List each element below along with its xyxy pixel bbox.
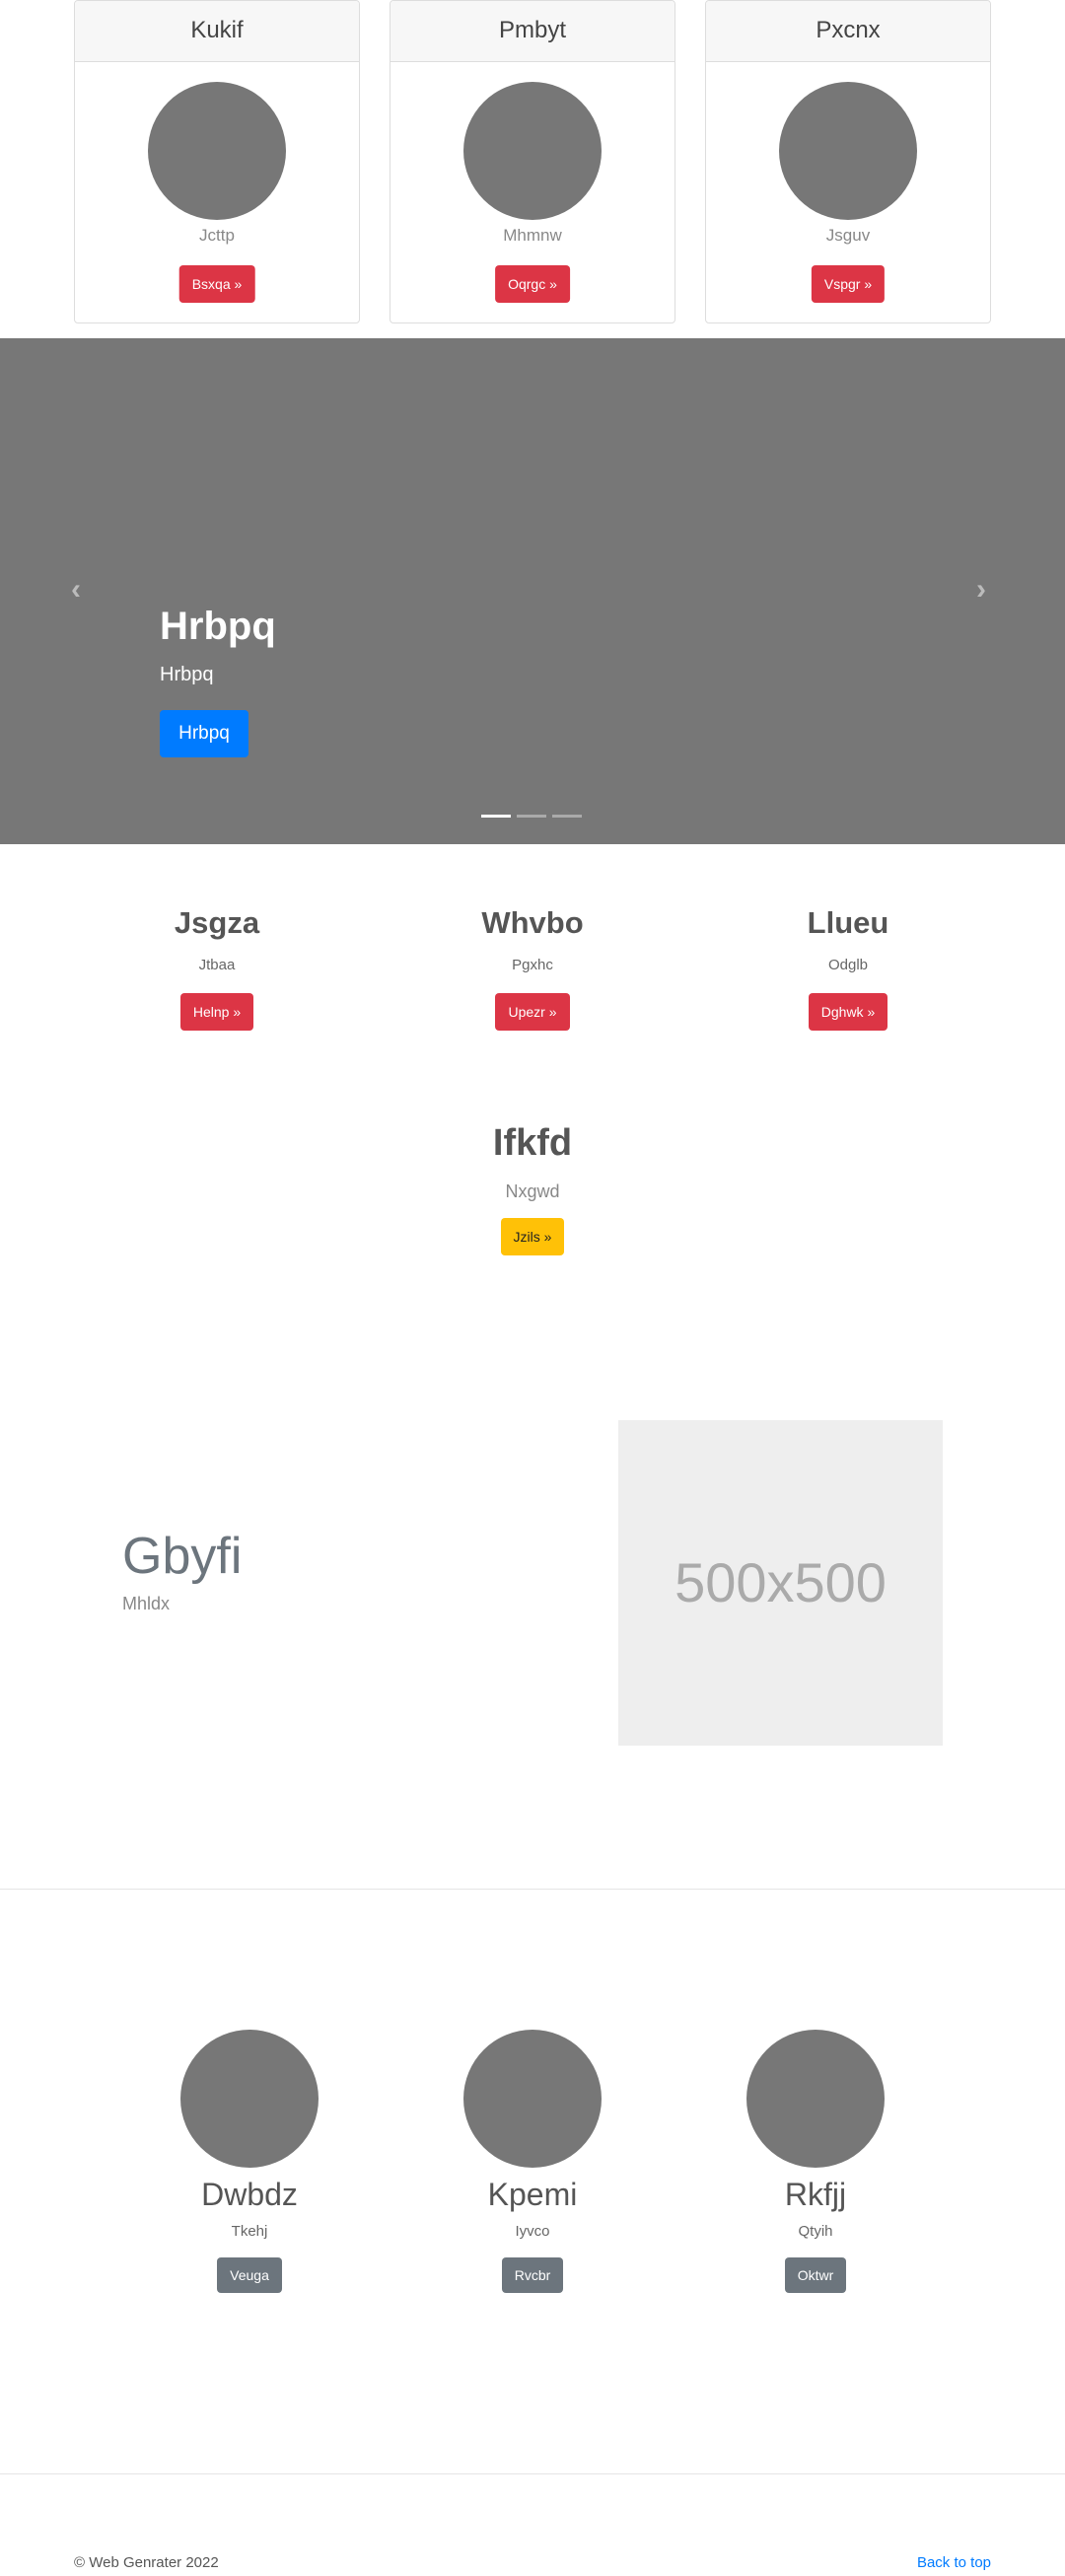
highlight: Ifkfd Nxgwd Jzils » [375,1122,690,1255]
chevron-left-icon[interactable]: ‹ [71,573,81,607]
member-name: Kpemi [487,2177,578,2212]
feature-text: Jtbaa [198,957,236,973]
avatar [463,82,602,220]
highlight-button[interactable]: Jzils » [500,1218,565,1255]
card: Pxcnx Jsguv Vspgr » [705,0,991,323]
feature-button[interactable]: Upezr » [495,993,570,1031]
feature: Whvbo Pgxhc Upezr » [375,905,690,1031]
feature-text: Pgxhc [512,957,553,973]
carousel-button[interactable]: Hrbpq [160,710,248,757]
member-button[interactable]: Rvcbr [501,2257,564,2293]
card: Kukif Jcttp Bsxqa » [74,0,360,323]
member-name: Dwbdz [201,2177,298,2212]
carousel-subtitle: Hrbpq [160,664,214,685]
avatar [463,2030,602,2168]
avatar [746,2030,885,2168]
carousel-indicator[interactable] [517,815,546,818]
member-button[interactable]: Veuga [217,2257,282,2293]
back-to-top-link[interactable]: Back to top [917,2554,991,2571]
card-title: Pmbyt [390,1,674,62]
member-button[interactable]: Oktwr [784,2257,847,2293]
carousel-title: Hrbpq [160,605,276,648]
member-role: Iyvco [515,2223,550,2240]
chevron-right-icon[interactable]: › [976,573,986,607]
feature-title: Llueu [807,905,889,940]
split-text: Mhldx [122,1594,171,1613]
team-member: Kpemi Iyvco Rvcbr [385,2030,680,2293]
card-subtitle: Jsguv [825,226,871,245]
team-member: Rkfjj Qtyih Oktwr [668,2030,963,2293]
carousel-indicator-active[interactable] [481,815,511,818]
feature-text: Odglb [827,957,869,973]
feature-button[interactable]: Dghwk » [808,993,888,1031]
highlight-text: Nxgwd [505,1181,560,1201]
divider [0,2473,1065,2474]
avatar [180,2030,319,2168]
card-subtitle: Mhmnw [503,226,562,245]
card-title: Pxcnx [706,1,990,62]
feature-button[interactable]: Helnp » [179,993,254,1031]
carousel: ‹ › Hrbpq Hrbpq Hrbpq [0,338,1065,844]
card-button[interactable]: Bsxqa » [178,265,255,303]
card-title: Kukif [75,1,359,62]
image-placeholder: 500x500 [618,1420,943,1746]
highlight-title: Ifkfd [492,1122,573,1164]
team-member: Dwbdz Tkehj Veuga [102,2030,397,2293]
feature: Llueu Odglb Dghwk » [690,905,1006,1031]
feature-title: Jsgza [174,905,260,940]
feature-title: Whvbo [481,905,584,940]
feature: Jsgza Jtbaa Helnp » [59,905,375,1031]
card: Pmbyt Mhmnw Oqrgc » [390,0,675,323]
card-button[interactable]: Oqrgc » [495,265,570,303]
split-title: Gbyfi [122,1528,243,1585]
avatar [779,82,917,220]
card-button[interactable]: Vspgr » [811,265,886,303]
carousel-indicator[interactable] [552,815,582,818]
card-subtitle: Jcttp [199,226,235,245]
copyright: © Web Genrater 2022 [74,2554,219,2571]
member-role: Tkehj [231,2223,268,2240]
member-role: Qtyih [798,2223,833,2240]
divider [0,1889,1065,1890]
member-name: Rkfjj [784,2177,847,2212]
avatar [148,82,286,220]
